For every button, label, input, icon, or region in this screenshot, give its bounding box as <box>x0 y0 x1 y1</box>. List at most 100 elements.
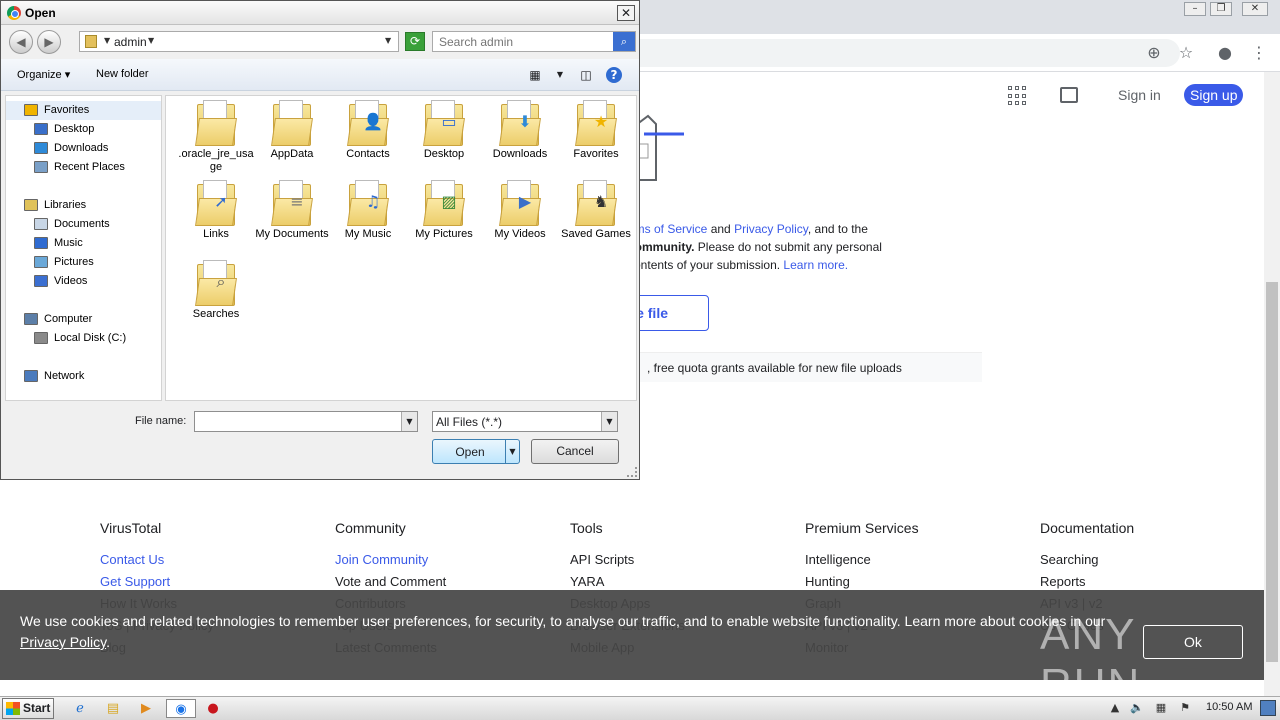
privacy-link[interactable]: Privacy Policy <box>734 222 808 236</box>
media-player-icon[interactable]: ▶ <box>136 699 156 718</box>
file-item-label: Links <box>203 228 229 240</box>
file-name-combobox[interactable]: ▼ <box>194 411 418 432</box>
pictures-folder-icon: ▨ <box>423 180 465 226</box>
file-item-my-videos[interactable]: ▶ My Videos <box>482 180 558 241</box>
chevron-down-icon[interactable]: ▼ <box>148 36 154 45</box>
chevron-down-icon[interactable]: ▼ <box>401 412 417 431</box>
chevron-down-icon[interactable]: ▼ <box>104 36 110 45</box>
nav-item-desktop[interactable]: Desktop <box>6 120 161 139</box>
network-tray-icon[interactable]: ▦ <box>1154 701 1168 715</box>
view-options-icon[interactable]: ▦ <box>527 67 543 83</box>
chevron-down-icon[interactable]: ▼ <box>601 412 617 431</box>
file-item-my-pictures[interactable]: ▨ My Pictures <box>406 180 482 241</box>
folder-icon <box>271 100 313 146</box>
search-input[interactable] <box>433 32 613 51</box>
navigation-pane: Favorites Desktop Downloads Recent Places Li… <box>5 95 162 401</box>
chrome-taskbar-icon[interactable]: ◉ <box>166 699 196 718</box>
file-item-links[interactable]: ➚ Links <box>178 180 254 241</box>
bookmark-star-icon[interactable]: ☆ <box>1175 42 1197 64</box>
learn-more-link[interactable]: Learn more. <box>783 258 848 272</box>
nav-item-network[interactable]: Network <box>6 367 161 386</box>
cookie-privacy-link[interactable]: Privacy Policy <box>20 634 106 650</box>
file-item-label: .oracle_jre_usage <box>178 148 254 173</box>
nav-item-downloads[interactable]: Downloads <box>6 139 161 158</box>
file-explorer-icon[interactable]: ▤ <box>103 699 123 718</box>
file-item-appdata[interactable]: AppData <box>254 100 330 161</box>
file-item-downloads[interactable]: ⬇ Downloads <box>482 100 558 161</box>
terms-notice: Terms of Service and Privacy Policy, and… <box>618 222 882 272</box>
nav-item-pictures[interactable]: Pictures <box>6 253 161 272</box>
internet-explorer-icon[interactable]: ℯ <box>70 699 90 718</box>
profile-icon[interactable]: ● <box>1214 42 1236 64</box>
clock[interactable]: 10:50 AM <box>1206 701 1252 713</box>
sign-in-link[interactable]: Sign in <box>1118 87 1161 103</box>
sign-up-button[interactable]: Sign up <box>1184 84 1244 106</box>
file-item-oracle-jre-usage[interactable]: .oracle_jre_usage <box>178 100 254 174</box>
address-bar[interactable] <box>620 39 1180 67</box>
search-box[interactable]: ⌕ <box>432 31 636 52</box>
scrollbar-thumb[interactable] <box>1266 282 1278 662</box>
nav-item-videos[interactable]: Videos <box>6 272 161 291</box>
footer-link[interactable]: Join Community <box>335 552 535 574</box>
open-button[interactable]: Open ▼ <box>432 439 520 464</box>
nav-item-libraries[interactable]: Libraries <box>6 196 161 215</box>
restore-button[interactable]: ❐ <box>1210 2 1232 16</box>
open-options-dropdown[interactable]: ▼ <box>505 440 519 463</box>
footer-link[interactable]: API Scripts <box>570 552 770 574</box>
close-window-button[interactable]: ✕ <box>1242 2 1268 16</box>
volume-icon[interactable]: 🔈 <box>1130 701 1144 715</box>
address-breadcrumb[interactable]: ▼ admin ▼ ▼ <box>79 31 399 52</box>
refresh-icon[interactable]: ⟳ <box>405 32 425 51</box>
dialog-titlebar: Open ✕ <box>1 1 639 25</box>
file-item-my-music[interactable]: ♫ My Music <box>330 180 406 241</box>
nav-item-label: Favorites <box>44 104 90 116</box>
videos-icon <box>34 275 48 287</box>
file-item-my-documents[interactable]: ≡ My Documents <box>254 180 330 241</box>
nav-item-recent-places[interactable]: Recent Places <box>6 158 161 177</box>
file-name-input[interactable] <box>195 412 400 431</box>
dialog-close-button[interactable]: ✕ <box>617 5 635 21</box>
new-folder-button[interactable]: New folder <box>96 68 149 80</box>
file-item-favorites[interactable]: ★ Favorites <box>558 100 634 161</box>
file-item-searches[interactable]: ⌕ Searches <box>178 260 254 321</box>
cancel-button[interactable]: Cancel <box>531 439 619 464</box>
footer-link[interactable]: Intelligence <box>805 552 1005 574</box>
back-button[interactable]: ◀ <box>9 30 33 54</box>
nav-item-computer[interactable]: Computer <box>6 310 161 329</box>
organize-button[interactable]: Organize ▾ <box>17 68 70 81</box>
start-button[interactable]: Start <box>2 698 54 719</box>
search-icon[interactable]: ⌕ <box>613 32 635 51</box>
file-type-select[interactable]: All Files (*.*) ▼ <box>432 411 618 432</box>
nav-item-favorites[interactable]: Favorites <box>6 101 161 120</box>
resize-grip[interactable] <box>627 467 637 477</box>
help-icon[interactable]: ? <box>606 67 622 83</box>
minimize-button[interactable]: – <box>1184 2 1206 16</box>
chevron-down-icon[interactable]: ▼ <box>552 67 568 83</box>
nav-item-local-disk-c[interactable]: Local Disk (C:) <box>6 329 161 348</box>
footer-column-title: Community <box>335 520 406 536</box>
menu-kebab-icon[interactable]: ⋮ <box>1248 42 1270 64</box>
file-item-saved-games[interactable]: ♞ Saved Games <box>558 180 634 241</box>
forward-button[interactable]: ▶ <box>37 30 61 54</box>
zoom-icon[interactable]: ⊕ <box>1143 42 1165 64</box>
apps-grid-icon[interactable] <box>1008 86 1028 106</box>
opera-icon[interactable]: ● <box>203 699 223 718</box>
preview-pane-icon[interactable]: ◫ <box>578 67 594 83</box>
nav-item-documents[interactable]: Documents <box>6 215 161 234</box>
file-item-contacts[interactable]: 👤 Contacts <box>330 100 406 161</box>
page-scrollbar[interactable] <box>1264 72 1280 696</box>
file-item-label: My Videos <box>494 228 546 240</box>
show-desktop-button[interactable] <box>1260 700 1276 716</box>
address-history-dropdown[interactable]: ▼ <box>385 36 391 45</box>
chat-icon[interactable] <box>1060 87 1078 103</box>
nav-item-music[interactable]: Music <box>6 234 161 253</box>
footer-link[interactable]: Searching <box>1040 552 1240 574</box>
recent-places-icon <box>34 161 48 173</box>
music-folder-icon: ♫ <box>347 180 389 226</box>
file-item-label: Contacts <box>346 148 390 160</box>
breadcrumb-admin[interactable]: admin <box>114 35 147 49</box>
file-item-desktop[interactable]: ▭ Desktop <box>406 100 482 161</box>
action-center-flag-icon[interactable]: ⚑ <box>1178 701 1192 715</box>
tray-expand-icon[interactable]: ▲ <box>1108 701 1122 715</box>
footer-link[interactable]: Contact Us <box>100 552 300 574</box>
